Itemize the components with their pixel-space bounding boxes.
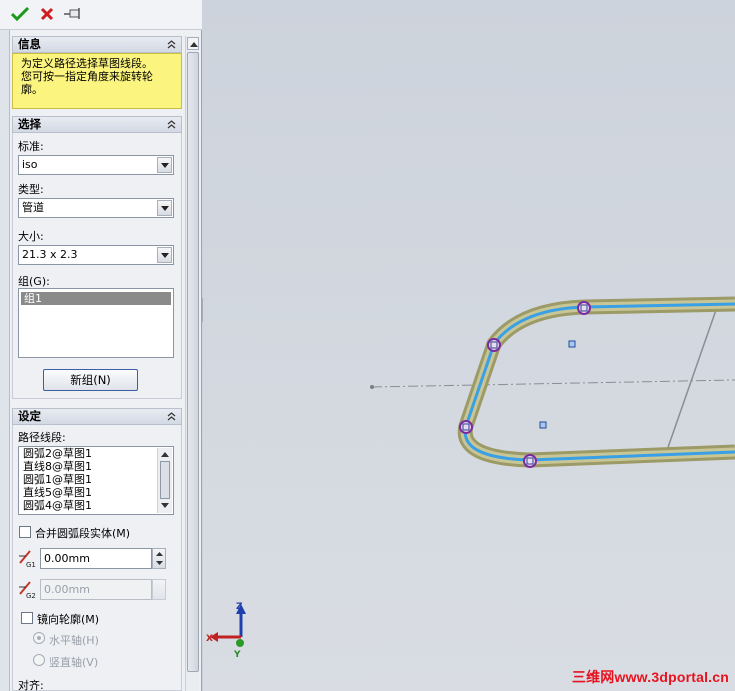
mirror-profile-label: 镜向轮廓(M) xyxy=(37,613,100,626)
info-message-line: 廓。 xyxy=(21,83,43,96)
panel-edge xyxy=(0,30,10,691)
standard-value: iso xyxy=(22,158,38,171)
type-label: 类型: xyxy=(18,183,44,196)
triad-x-label: X xyxy=(206,634,213,644)
merge-arcs-checkbox[interactable] xyxy=(19,526,31,538)
check-icon xyxy=(11,6,29,22)
property-manager-toolbar xyxy=(0,0,202,30)
arc-center-point[interactable] xyxy=(568,340,576,348)
collapse-icon[interactable] xyxy=(166,411,177,422)
model-view: Z X Y xyxy=(206,296,735,660)
scroll-thumb[interactable] xyxy=(187,52,199,672)
info-message-box: 为定义路径选择草图线段。 您可按一指定角度来旋转轮 廓。 xyxy=(12,53,182,109)
settings-section-header[interactable]: 设定 xyxy=(12,408,182,425)
size-value: 21.3 x 2.3 xyxy=(22,248,78,261)
group-list-item[interactable]: 组1 xyxy=(21,292,171,305)
sketch-point[interactable] xyxy=(459,420,473,434)
path-segments-list[interactable]: 圆弧2@草图1 直线8@草图1 圆弧1@草图1 直线5@草图1 圆弧4@草图1 xyxy=(18,446,174,515)
scroll-down-icon[interactable] xyxy=(161,503,169,508)
sketch-point[interactable] xyxy=(523,454,537,468)
watermark: 三维网www.3dportal.cn xyxy=(571,669,729,685)
scroll-up-icon xyxy=(190,42,198,47)
scroll-up-button[interactable] xyxy=(187,37,199,50)
scroll-thumb[interactable] xyxy=(160,461,170,499)
sketch-line xyxy=(664,309,717,457)
size-label: 大小: xyxy=(18,230,44,243)
group-label: 组(G): xyxy=(18,275,50,288)
standard-select[interactable]: iso xyxy=(18,155,174,175)
pin-button[interactable] xyxy=(63,4,83,24)
settings-section-title: 设定 xyxy=(18,409,41,423)
collapse-icon[interactable] xyxy=(166,39,177,50)
size-select[interactable]: 21.3 x 2.3 xyxy=(18,245,174,265)
gap-g2-icon: G2 xyxy=(19,581,36,600)
centerline-endpoint xyxy=(370,385,374,389)
triad-z-label: Z xyxy=(236,602,243,612)
spin-down-icon[interactable] xyxy=(156,561,163,565)
chevron-down-icon[interactable] xyxy=(157,157,172,173)
list-item[interactable]: 直线5@草图1 xyxy=(19,486,173,499)
info-message-line: 为定义路径选择草图线段。 xyxy=(21,57,153,70)
spin-up-icon[interactable] xyxy=(156,552,163,556)
chevron-down-icon[interactable] xyxy=(157,200,172,216)
new-group-button[interactable]: 新组(N) xyxy=(43,369,138,391)
list-item[interactable]: 圆弧4@草图1 xyxy=(19,499,173,512)
gap-g1-icon-label: G1 xyxy=(26,561,36,569)
align-label: 对齐: xyxy=(18,679,44,691)
list-item[interactable]: 直线8@草图1 xyxy=(19,460,173,473)
info-section-title: 信息 xyxy=(18,37,41,51)
type-select[interactable]: 管道 xyxy=(18,198,174,218)
radio-dot xyxy=(37,636,41,640)
gap-g1-icon: G1 xyxy=(19,550,36,569)
ok-button[interactable] xyxy=(10,4,30,24)
gap-g2-icon-label: G2 xyxy=(26,592,36,600)
panel-scrollbar[interactable] xyxy=(185,36,199,691)
group-list[interactable]: 组1 xyxy=(18,288,174,358)
path-list-scrollbar[interactable] xyxy=(157,448,172,513)
horizontal-axis-label: 水平轴(H) xyxy=(49,634,99,647)
pushpin-icon xyxy=(64,8,80,19)
chevron-down-icon[interactable] xyxy=(157,247,172,263)
vertical-axis-label: 竖直轴(V) xyxy=(49,656,99,669)
coordinate-triad: Z X Y xyxy=(206,602,246,660)
pipe-highlight xyxy=(460,299,735,465)
standard-label: 标准: xyxy=(18,140,44,153)
path-segments-label: 路径线段: xyxy=(18,431,66,444)
triad-y-label: Y xyxy=(233,650,241,660)
collapse-icon[interactable] xyxy=(166,119,177,130)
scroll-up-icon[interactable] xyxy=(161,452,169,457)
gap-g2-input[interactable]: 0.00mm xyxy=(40,579,152,600)
selection-section-title: 选择 xyxy=(18,117,41,131)
mirror-profile-checkbox[interactable] xyxy=(21,612,33,624)
info-section-header[interactable]: 信息 xyxy=(12,36,182,53)
list-item[interactable]: 圆弧1@草图1 xyxy=(19,473,173,486)
property-manager: 信息 为定义路径选择草图线段。 您可按一指定角度来旋转轮 廓。 选择 标准: i… xyxy=(0,0,202,691)
selection-section-header[interactable]: 选择 xyxy=(12,116,182,133)
gap-g2-spinner[interactable] xyxy=(152,579,166,600)
centerline xyxy=(371,379,735,388)
type-value: 管道 xyxy=(22,201,44,214)
gap-g1-spinner[interactable] xyxy=(152,548,166,569)
close-icon xyxy=(40,7,54,21)
cancel-button[interactable] xyxy=(37,4,57,24)
info-message-line: 您可按一指定角度来旋转轮 xyxy=(21,70,153,83)
list-item[interactable]: 圆弧2@草图1 xyxy=(19,447,173,460)
sketch-point[interactable] xyxy=(577,301,591,315)
sketch-point[interactable] xyxy=(487,338,501,352)
arc-center-point[interactable] xyxy=(539,421,547,429)
graphics-viewport[interactable]: Z X Y 三维网www.3dportal.cn xyxy=(203,0,735,691)
horizontal-axis-radio[interactable] xyxy=(33,632,45,644)
vertical-axis-radio[interactable] xyxy=(33,654,45,666)
merge-arcs-label: 合并圆弧段实体(M) xyxy=(35,527,131,540)
gap-g1-input[interactable]: 0.00mm xyxy=(40,548,152,569)
